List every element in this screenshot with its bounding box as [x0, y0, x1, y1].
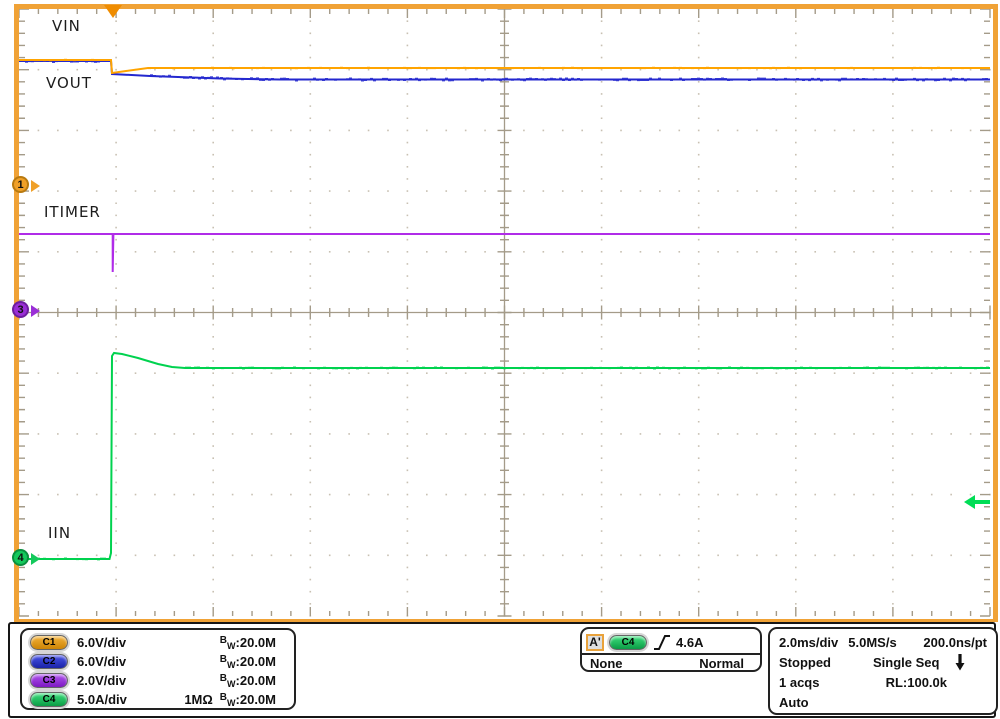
channel-3-badge: 3: [12, 301, 29, 318]
trigger-source-badge[interactable]: C4: [609, 635, 647, 650]
channel-row-c2[interactable]: C2 6.0V/div BW:20.0M: [30, 652, 286, 671]
trigger-position-marker-icon[interactable]: [104, 5, 122, 18]
channel-settings-panel[interactable]: C1 6.0V/div BW:20.0M C2 6.0V/div BW:20.0…: [20, 628, 296, 710]
readout-strip: C1 6.0V/div BW:20.0M C2 6.0V/div BW:20.0…: [8, 622, 996, 718]
channel-4-scale: 5.0A/div: [77, 692, 127, 707]
trigger-panel[interactable]: A' C4 4.6A None Normal: [580, 627, 762, 672]
marker-stub: [974, 500, 990, 504]
bandwidth-label: B: [220, 654, 227, 665]
channel-3-position-marker[interactable]: 3: [12, 301, 46, 321]
channel-2-scale: 6.0V/div: [77, 654, 126, 669]
trace-label-iin: IIN: [48, 524, 71, 542]
channel-row-c3[interactable]: C3 2.0V/div BW:20.0M: [30, 671, 286, 690]
channel-4-impedance: 1MΩ: [184, 692, 212, 707]
acquisition-panel[interactable]: 2.0ms/div 5.0MS/s 200.0ns/pt Stopped Sin…: [768, 627, 998, 715]
resolution-value: 200.0ns/pt: [923, 635, 987, 650]
channel-1-scale: 6.0V/div: [77, 635, 126, 650]
graticule-frame: [17, 7, 996, 622]
down-arrow-icon: [955, 654, 965, 671]
channel-row-c1[interactable]: C1 6.0V/div BW:20.0M: [30, 633, 286, 652]
waveform-display: VIN VOUT ITIMER IIN 1 3 4: [0, 0, 1000, 622]
right-arrow-icon: [31, 305, 40, 317]
channel-1-position-marker[interactable]: 1: [12, 176, 46, 196]
channel-2-bandwidth: :20.0M: [236, 654, 276, 669]
timebase-value: 2.0ms/div: [779, 635, 838, 650]
trigger-event-badge: A': [586, 634, 604, 651]
acquisition-mode: Single Seq: [873, 655, 939, 670]
channel-3-scale: 2.0V/div: [77, 673, 126, 688]
trigger-level-marker-icon[interactable]: [964, 495, 990, 509]
bandwidth-label: B: [220, 635, 227, 646]
channel-4-badge: 4: [12, 549, 29, 566]
record-length-value: RL:100.0k: [886, 675, 947, 690]
trigger-level-value: 4.6A: [676, 635, 703, 650]
channel-3-bandwidth: :20.0M: [236, 673, 276, 688]
trace-label-vin: VIN: [52, 17, 81, 35]
graticule-and-traces: [0, 0, 1000, 622]
channel-2-badge[interactable]: C2: [30, 654, 68, 669]
bandwidth-label: B: [220, 673, 227, 684]
right-arrow-icon: [31, 180, 40, 192]
bandwidth-label: B: [220, 692, 227, 703]
channel-1-badge: 1: [12, 176, 29, 193]
holdoff-value: None: [590, 656, 623, 671]
acquisition-state: Stopped: [779, 655, 831, 670]
channel-row-c4[interactable]: C4 5.0A/div 1MΩBW:20.0M: [30, 690, 286, 709]
oscilloscope-screen: VIN VOUT ITIMER IIN 1 3 4 C1 6.0V/div BW…: [0, 0, 1000, 719]
trigger-mode-value: Normal: [699, 656, 744, 671]
trace-label-vout: VOUT: [46, 74, 92, 92]
sample-rate-value: 5.0MS/s: [848, 635, 896, 650]
trigger-mode-label: Auto: [779, 695, 809, 710]
channel-3-badge[interactable]: C3: [30, 673, 68, 688]
trigger-mode-row: None Normal: [582, 653, 760, 671]
rising-edge-icon: [653, 634, 671, 651]
trigger-settings-row: A' C4 4.6A: [582, 629, 760, 653]
right-arrow-icon: [31, 553, 40, 565]
channel-1-bandwidth: :20.0M: [236, 635, 276, 650]
channel-4-badge[interactable]: C4: [30, 692, 68, 707]
channel-4-bandwidth: :20.0M: [236, 692, 276, 707]
channel-1-badge[interactable]: C1: [30, 635, 68, 650]
acquisitions-count: 1 acqs: [779, 675, 819, 690]
channel-4-position-marker[interactable]: 4: [12, 549, 46, 569]
trace-label-itimer: ITIMER: [44, 203, 101, 221]
